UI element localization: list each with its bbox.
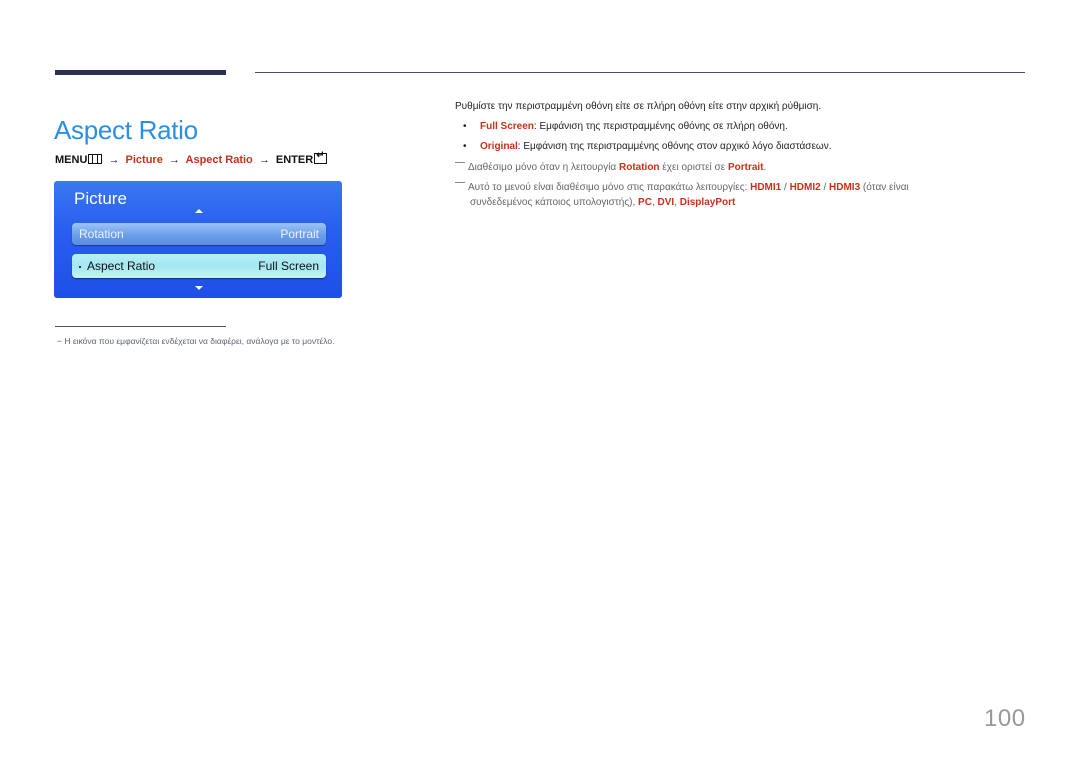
note-text: .	[763, 162, 767, 173]
description: Ρυθμίστε την περιστραμμένη οθόνη είτε σε…	[455, 101, 822, 112]
menu-label: MENU	[55, 154, 88, 166]
osd-row-label: Aspect Ratio	[87, 259, 156, 273]
note-term-hdmi2: HDMI2	[789, 182, 821, 193]
menu-step-aspect-ratio: Aspect Ratio	[185, 154, 253, 166]
note-dash-icon	[455, 182, 465, 183]
note-text: Αυτό το μενού είναι διαθέσιμο μόνο στις …	[468, 182, 751, 193]
enter-label: ENTER	[275, 154, 314, 166]
footnote-rule	[55, 326, 226, 327]
note-text: συνδεδεμένος κάποιος υπολογιστής),	[470, 197, 639, 208]
note-text: έχει οριστεί σε	[659, 162, 728, 173]
osd-row-value: Portrait	[280, 227, 319, 241]
bullet-term: Original	[480, 141, 518, 152]
note-sources: Αυτό το μενού είναι διαθέσιμο μόνο στις …	[455, 180, 909, 210]
note-dash-icon	[455, 162, 465, 163]
bullet-dot-icon: •	[463, 121, 467, 132]
osd-title: Picture	[74, 189, 127, 208]
note-separator: /	[781, 182, 790, 193]
arrow: →	[258, 154, 270, 166]
arrow-up-icon[interactable]	[195, 209, 203, 213]
bullet-original: • Original: Εμφάνιση της περιστραμμένης ο…	[463, 141, 832, 152]
note-term-hdmi3: HDMI3	[829, 182, 861, 193]
note-term-displayport: DisplayPort	[679, 197, 736, 208]
note-rotation: Διαθέσιμο μόνο όταν η λειτουργία Rotatio…	[455, 160, 766, 175]
note-term-rotation: Rotation	[618, 162, 660, 173]
note-separator: /	[820, 182, 830, 193]
enter-icon	[314, 150, 328, 164]
header-rule-thin	[255, 72, 1025, 73]
menu-grid-icon	[88, 154, 103, 164]
page-number: 100	[984, 705, 1026, 732]
bullet-text: : Εμφάνιση της περιστραμμένης οθόνης στο…	[517, 141, 832, 152]
osd-row-label: Rotation	[79, 227, 124, 241]
bullet-text: : Εμφάνιση της περιστραμμένης οθόνης σε …	[533, 121, 788, 132]
arrow-down-icon[interactable]	[195, 286, 203, 290]
footnote-text: − Η εικόνα που εμφανίζεται ενδέχεται να …	[57, 336, 335, 346]
osd-row-rotation[interactable]: Rotation Portrait	[72, 223, 326, 245]
note-term-dvi: DVI	[657, 197, 675, 208]
arrow: →	[108, 154, 120, 166]
osd-row-aspect-ratio[interactable]: Aspect Ratio Full Screen	[72, 254, 326, 278]
page-title: Aspect Ratio	[54, 115, 198, 146]
note-text: (όταν είναι	[860, 182, 909, 193]
menu-path: MENU → Picture → Aspect Ratio → ENTER	[55, 150, 328, 166]
bullet-term: Full Screen	[480, 121, 534, 132]
selection-dot-icon	[79, 265, 81, 268]
menu-step-picture: Picture	[125, 154, 163, 166]
note-term-pc: PC	[638, 197, 652, 208]
osd-menu-picture: Picture Rotation Portrait Aspect Ratio F…	[54, 181, 342, 298]
note-term-portrait: Portrait	[727, 162, 764, 173]
note-term-hdmi1: HDMI1	[750, 182, 782, 193]
osd-row-value: Full Screen	[258, 259, 319, 273]
bullet-full-screen: • Full Screen: Εμφάνιση της περιστραμμένη…	[463, 121, 788, 132]
header-rule-thick	[55, 70, 226, 75]
bullet-dot-icon: •	[463, 141, 467, 152]
arrow: →	[168, 154, 180, 166]
note-text: Διαθέσιμο μόνο όταν η λειτουργία	[468, 162, 619, 173]
